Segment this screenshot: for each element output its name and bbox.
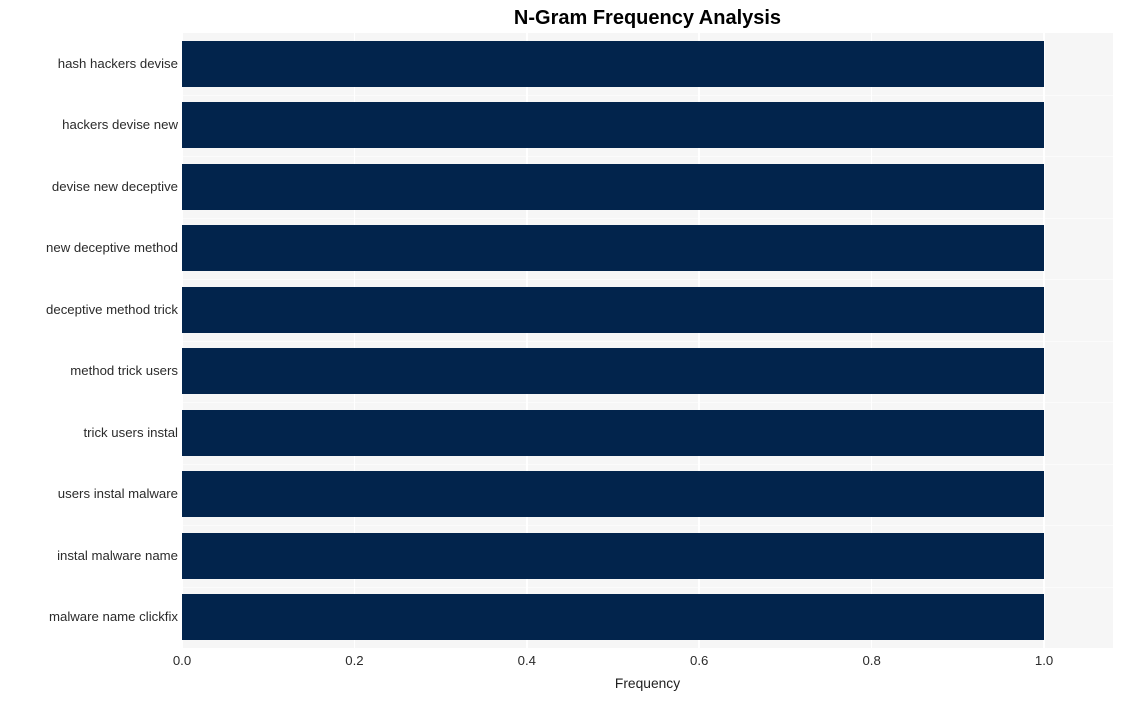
- chart-figure: N-Gram Frequency Analysis hash hackers d…: [0, 0, 1121, 701]
- y-axis-tick-label: malware name clickfix: [49, 609, 178, 625]
- y-axis-tick-label: deceptive method trick: [46, 301, 178, 317]
- y-axis-tick-label: devise new deceptive: [51, 178, 178, 194]
- y-axis-tick-label: new deceptive method: [46, 240, 178, 256]
- bar: [182, 348, 1045, 395]
- x-axis-tick-label: 0.4: [517, 653, 536, 668]
- bar: [182, 225, 1045, 272]
- horizontal-gridline: [182, 402, 1113, 404]
- horizontal-gridline: [182, 463, 1113, 465]
- bar: [182, 594, 1045, 641]
- bar: [182, 532, 1045, 579]
- y-axis-tick-label: users instal malware: [57, 486, 178, 502]
- horizontal-gridline: [182, 340, 1113, 342]
- x-axis-tick-label: 0.8: [862, 653, 881, 668]
- bar: [182, 471, 1045, 518]
- horizontal-gridline: [182, 156, 1113, 158]
- chart-title: N-Gram Frequency Analysis: [513, 7, 782, 29]
- horizontal-gridline: [182, 217, 1113, 219]
- x-axis-tick-label: 0.6: [690, 653, 709, 668]
- horizontal-gridline: [182, 586, 1113, 588]
- x-axis-tick-label: 0.0: [172, 653, 192, 668]
- x-axis-tick-label: 1.0: [1034, 653, 1054, 668]
- y-axis-tick-label: instal malware name: [57, 547, 178, 563]
- horizontal-gridline: [182, 279, 1113, 281]
- bar: [182, 286, 1045, 333]
- plot-area: [182, 33, 1113, 648]
- bar: [182, 409, 1045, 456]
- bar: [182, 163, 1045, 210]
- y-axis-tick-label: method trick users: [70, 363, 178, 379]
- bar: [182, 102, 1045, 149]
- horizontal-gridline: [182, 525, 1113, 527]
- bar: [182, 40, 1045, 87]
- horizontal-gridline: [182, 94, 1113, 96]
- y-axis-tick-label: hash hackers devise: [57, 55, 178, 71]
- y-axis-tick-label: hackers devise new: [62, 117, 178, 133]
- y-axis-tick-label: trick users instal: [83, 424, 178, 440]
- x-axis-label: Frequency: [614, 676, 681, 691]
- x-axis-tick-label: 0.2: [345, 653, 364, 668]
